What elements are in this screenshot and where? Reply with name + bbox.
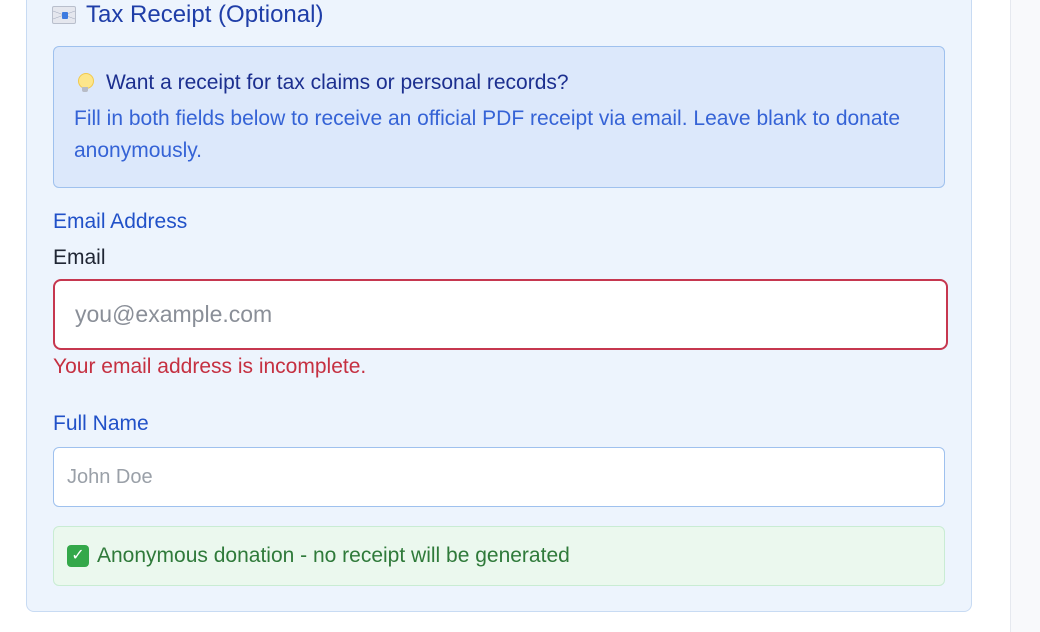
check-mark-icon: ✓ xyxy=(67,545,89,567)
anonymous-status-box: ✓ Anonymous donation - no receipt will b… xyxy=(53,526,945,586)
right-sidebar xyxy=(1010,0,1040,632)
info-heading-text: Want a receipt for tax claims or persona… xyxy=(106,71,569,94)
section-title-text: Tax Receipt (Optional) xyxy=(86,1,324,28)
info-heading: Want a receipt for tax claims or persona… xyxy=(74,67,924,99)
receipt-info-box: Want a receipt for tax claims or persona… xyxy=(53,46,945,188)
envelope-icon xyxy=(52,6,76,24)
section-title: Tax Receipt (Optional) xyxy=(52,0,323,30)
full-name-label: Full Name xyxy=(53,412,149,435)
email-error-message: Your email address is incomplete. xyxy=(53,355,367,378)
email-input[interactable] xyxy=(53,279,948,350)
full-name-input[interactable] xyxy=(53,447,945,507)
status-message: Anonymous donation - no receipt will be … xyxy=(97,544,570,567)
email-section-label: Email Address xyxy=(53,210,188,233)
email-field-label: Email xyxy=(53,246,106,269)
info-body: Fill in both fields below to receive an … xyxy=(74,107,901,162)
lightbulb-icon xyxy=(78,73,94,93)
